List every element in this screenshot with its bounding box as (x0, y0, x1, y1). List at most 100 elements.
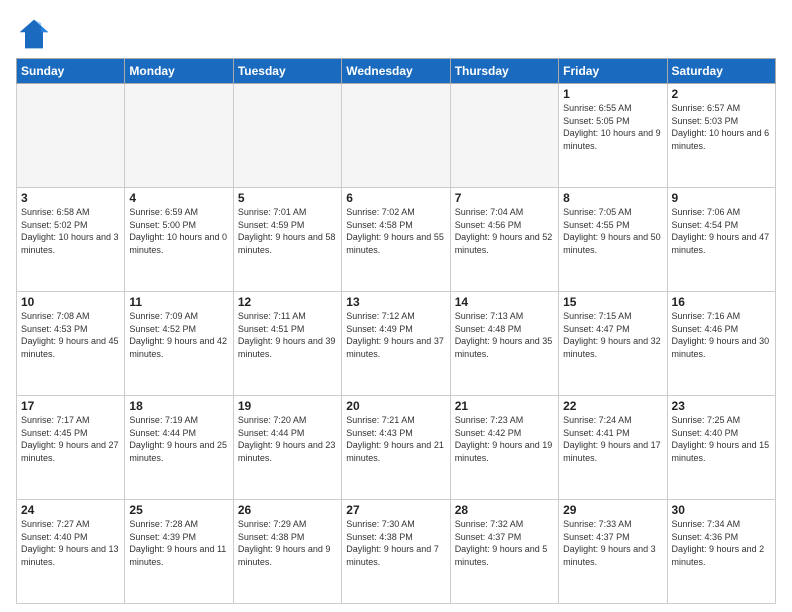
day-number: 6 (346, 191, 445, 205)
calendar-day-cell: 14Sunrise: 7:13 AM Sunset: 4:48 PM Dayli… (450, 292, 558, 396)
calendar-day-cell (450, 84, 558, 188)
calendar-day-cell: 13Sunrise: 7:12 AM Sunset: 4:49 PM Dayli… (342, 292, 450, 396)
day-number: 13 (346, 295, 445, 309)
day-info: Sunrise: 7:19 AM Sunset: 4:44 PM Dayligh… (129, 414, 228, 464)
day-number: 8 (563, 191, 662, 205)
day-info: Sunrise: 6:55 AM Sunset: 5:05 PM Dayligh… (563, 102, 662, 152)
calendar-day-cell: 29Sunrise: 7:33 AM Sunset: 4:37 PM Dayli… (559, 500, 667, 604)
day-number: 14 (455, 295, 554, 309)
day-info: Sunrise: 7:11 AM Sunset: 4:51 PM Dayligh… (238, 310, 337, 360)
calendar-weekday-header: Monday (125, 59, 233, 84)
day-number: 23 (672, 399, 771, 413)
calendar-day-cell: 6Sunrise: 7:02 AM Sunset: 4:58 PM Daylig… (342, 188, 450, 292)
calendar-table: SundayMondayTuesdayWednesdayThursdayFrid… (16, 58, 776, 604)
calendar-weekday-header: Friday (559, 59, 667, 84)
calendar-day-cell: 11Sunrise: 7:09 AM Sunset: 4:52 PM Dayli… (125, 292, 233, 396)
day-number: 27 (346, 503, 445, 517)
page: SundayMondayTuesdayWednesdayThursdayFrid… (0, 0, 792, 612)
day-number: 30 (672, 503, 771, 517)
day-info: Sunrise: 7:15 AM Sunset: 4:47 PM Dayligh… (563, 310, 662, 360)
calendar-day-cell: 19Sunrise: 7:20 AM Sunset: 4:44 PM Dayli… (233, 396, 341, 500)
day-info: Sunrise: 6:59 AM Sunset: 5:00 PM Dayligh… (129, 206, 228, 256)
calendar-day-cell: 9Sunrise: 7:06 AM Sunset: 4:54 PM Daylig… (667, 188, 775, 292)
day-info: Sunrise: 7:02 AM Sunset: 4:58 PM Dayligh… (346, 206, 445, 256)
calendar-day-cell: 25Sunrise: 7:28 AM Sunset: 4:39 PM Dayli… (125, 500, 233, 604)
calendar-day-cell: 3Sunrise: 6:58 AM Sunset: 5:02 PM Daylig… (17, 188, 125, 292)
calendar-day-cell: 22Sunrise: 7:24 AM Sunset: 4:41 PM Dayli… (559, 396, 667, 500)
day-number: 19 (238, 399, 337, 413)
calendar-day-cell: 5Sunrise: 7:01 AM Sunset: 4:59 PM Daylig… (233, 188, 341, 292)
calendar-day-cell (342, 84, 450, 188)
day-info: Sunrise: 7:29 AM Sunset: 4:38 PM Dayligh… (238, 518, 337, 568)
day-number: 16 (672, 295, 771, 309)
calendar-week-row: 3Sunrise: 6:58 AM Sunset: 5:02 PM Daylig… (17, 188, 776, 292)
day-number: 18 (129, 399, 228, 413)
day-number: 17 (21, 399, 120, 413)
day-number: 1 (563, 87, 662, 101)
calendar-day-cell: 16Sunrise: 7:16 AM Sunset: 4:46 PM Dayli… (667, 292, 775, 396)
calendar-day-cell: 26Sunrise: 7:29 AM Sunset: 4:38 PM Dayli… (233, 500, 341, 604)
day-info: Sunrise: 7:27 AM Sunset: 4:40 PM Dayligh… (21, 518, 120, 568)
calendar-weekday-header: Saturday (667, 59, 775, 84)
day-number: 26 (238, 503, 337, 517)
day-number: 24 (21, 503, 120, 517)
calendar-day-cell: 21Sunrise: 7:23 AM Sunset: 4:42 PM Dayli… (450, 396, 558, 500)
calendar-day-cell: 1Sunrise: 6:55 AM Sunset: 5:05 PM Daylig… (559, 84, 667, 188)
day-number: 20 (346, 399, 445, 413)
day-info: Sunrise: 6:58 AM Sunset: 5:02 PM Dayligh… (21, 206, 120, 256)
day-number: 4 (129, 191, 228, 205)
day-info: Sunrise: 7:33 AM Sunset: 4:37 PM Dayligh… (563, 518, 662, 568)
day-info: Sunrise: 7:34 AM Sunset: 4:36 PM Dayligh… (672, 518, 771, 568)
calendar-weekday-header: Tuesday (233, 59, 341, 84)
day-info: Sunrise: 7:25 AM Sunset: 4:40 PM Dayligh… (672, 414, 771, 464)
header (16, 16, 776, 52)
calendar-weekday-header: Sunday (17, 59, 125, 84)
day-info: Sunrise: 7:12 AM Sunset: 4:49 PM Dayligh… (346, 310, 445, 360)
day-info: Sunrise: 7:01 AM Sunset: 4:59 PM Dayligh… (238, 206, 337, 256)
day-info: Sunrise: 7:30 AM Sunset: 4:38 PM Dayligh… (346, 518, 445, 568)
calendar-day-cell: 15Sunrise: 7:15 AM Sunset: 4:47 PM Dayli… (559, 292, 667, 396)
calendar-day-cell: 30Sunrise: 7:34 AM Sunset: 4:36 PM Dayli… (667, 500, 775, 604)
day-info: Sunrise: 7:09 AM Sunset: 4:52 PM Dayligh… (129, 310, 228, 360)
day-number: 10 (21, 295, 120, 309)
day-number: 21 (455, 399, 554, 413)
calendar-day-cell: 20Sunrise: 7:21 AM Sunset: 4:43 PM Dayli… (342, 396, 450, 500)
day-info: Sunrise: 7:13 AM Sunset: 4:48 PM Dayligh… (455, 310, 554, 360)
calendar-week-row: 10Sunrise: 7:08 AM Sunset: 4:53 PM Dayli… (17, 292, 776, 396)
calendar-day-cell: 24Sunrise: 7:27 AM Sunset: 4:40 PM Dayli… (17, 500, 125, 604)
day-info: Sunrise: 7:20 AM Sunset: 4:44 PM Dayligh… (238, 414, 337, 464)
day-info: Sunrise: 7:16 AM Sunset: 4:46 PM Dayligh… (672, 310, 771, 360)
calendar-day-cell: 17Sunrise: 7:17 AM Sunset: 4:45 PM Dayli… (17, 396, 125, 500)
day-info: Sunrise: 6:57 AM Sunset: 5:03 PM Dayligh… (672, 102, 771, 152)
calendar-day-cell (17, 84, 125, 188)
day-number: 28 (455, 503, 554, 517)
day-info: Sunrise: 7:24 AM Sunset: 4:41 PM Dayligh… (563, 414, 662, 464)
calendar-weekday-header: Wednesday (342, 59, 450, 84)
day-number: 9 (672, 191, 771, 205)
day-number: 5 (238, 191, 337, 205)
day-info: Sunrise: 7:06 AM Sunset: 4:54 PM Dayligh… (672, 206, 771, 256)
day-info: Sunrise: 7:21 AM Sunset: 4:43 PM Dayligh… (346, 414, 445, 464)
day-number: 7 (455, 191, 554, 205)
calendar-day-cell: 12Sunrise: 7:11 AM Sunset: 4:51 PM Dayli… (233, 292, 341, 396)
day-number: 3 (21, 191, 120, 205)
day-info: Sunrise: 7:04 AM Sunset: 4:56 PM Dayligh… (455, 206, 554, 256)
logo (16, 16, 56, 52)
calendar-day-cell: 2Sunrise: 6:57 AM Sunset: 5:03 PM Daylig… (667, 84, 775, 188)
logo-icon (16, 16, 52, 52)
calendar-week-row: 1Sunrise: 6:55 AM Sunset: 5:05 PM Daylig… (17, 84, 776, 188)
day-info: Sunrise: 7:17 AM Sunset: 4:45 PM Dayligh… (21, 414, 120, 464)
day-info: Sunrise: 7:08 AM Sunset: 4:53 PM Dayligh… (21, 310, 120, 360)
day-info: Sunrise: 7:32 AM Sunset: 4:37 PM Dayligh… (455, 518, 554, 568)
calendar-day-cell: 28Sunrise: 7:32 AM Sunset: 4:37 PM Dayli… (450, 500, 558, 604)
day-info: Sunrise: 7:05 AM Sunset: 4:55 PM Dayligh… (563, 206, 662, 256)
calendar-week-row: 17Sunrise: 7:17 AM Sunset: 4:45 PM Dayli… (17, 396, 776, 500)
day-number: 12 (238, 295, 337, 309)
calendar-day-cell (233, 84, 341, 188)
day-number: 25 (129, 503, 228, 517)
calendar-day-cell: 27Sunrise: 7:30 AM Sunset: 4:38 PM Dayli… (342, 500, 450, 604)
calendar-day-cell: 18Sunrise: 7:19 AM Sunset: 4:44 PM Dayli… (125, 396, 233, 500)
calendar-header-row: SundayMondayTuesdayWednesdayThursdayFrid… (17, 59, 776, 84)
day-number: 11 (129, 295, 228, 309)
calendar-day-cell: 10Sunrise: 7:08 AM Sunset: 4:53 PM Dayli… (17, 292, 125, 396)
